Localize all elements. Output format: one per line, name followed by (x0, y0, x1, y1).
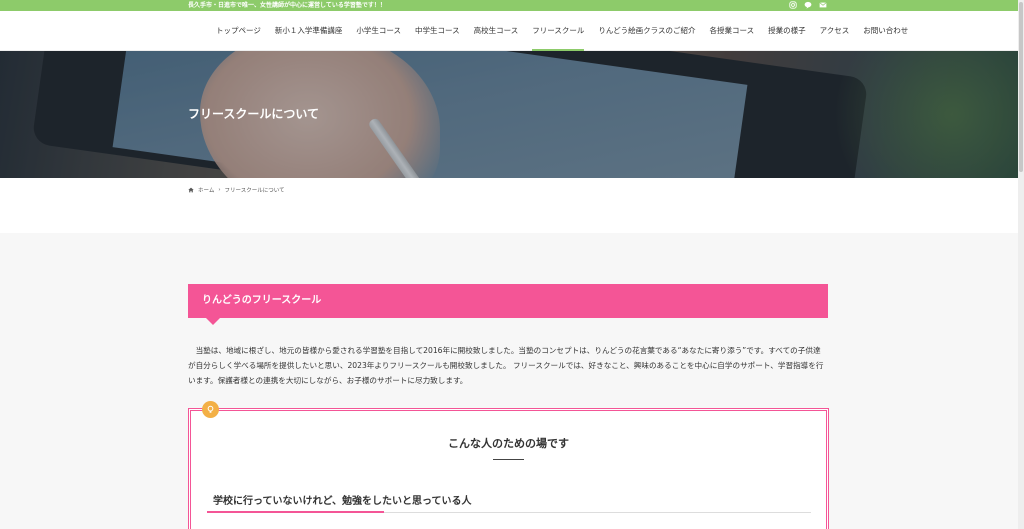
subheading-underline-accent (207, 511, 384, 513)
nav-item-art-class[interactable]: りんどう絵画クラスのご紹介 (591, 11, 702, 51)
breadcrumb-home-link[interactable]: ホーム (198, 186, 214, 194)
breadcrumb-bar: ホーム › フリースクールについて (0, 178, 1018, 233)
nav-item-access[interactable]: アクセス (813, 11, 857, 51)
mail-icon[interactable] (819, 1, 827, 9)
target-audience-box: こんな人のための場です 学校に行っていないけれど、勉強をしたいと思っている人 (188, 401, 829, 529)
site-tagline: 長久手市・日進市で唯一、女性講師が中心に運営している学習塾です！！ (188, 2, 386, 9)
breadcrumb-separator: › (218, 187, 221, 193)
section-heading: りんどうのフリースクール (202, 295, 322, 306)
line-icon[interactable] (804, 1, 812, 9)
lightbulb-icon (202, 401, 219, 418)
breadcrumb-current: フリースクールについて (224, 188, 285, 194)
nav-item-free-school[interactable]: フリースクール (525, 11, 591, 51)
instagram-icon[interactable] (789, 1, 797, 9)
hero-overlay (0, 51, 1018, 178)
nav-item-entrance-prep[interactable]: 新小１入学準備講座 (268, 11, 350, 51)
intro-paragraph: 当塾は、地域に根ざし、地元の皆様から愛される学習塾を目指して2016年に開校致し… (188, 346, 824, 385)
page-scrollbar[interactable] (1018, 0, 1024, 529)
box-title: こんな人のための場です (448, 437, 569, 450)
nav-item-high-school[interactable]: 高校生コース (467, 11, 526, 51)
social-icons (789, 1, 827, 9)
home-icon (188, 187, 194, 193)
box-subheading: 学校に行っていないけれど、勉強をしたいと思っている人 (213, 496, 472, 507)
nav-item-contact[interactable]: お問い合わせ (856, 11, 915, 51)
site-header: トップページ 新小１入学準備講座 小学生コース 中学生コース 高校生コース フリ… (0, 11, 1018, 51)
nav-item-top[interactable]: トップページ (209, 11, 268, 51)
nav-item-courses[interactable]: 各授業コース (702, 11, 761, 51)
heading-pointer (206, 318, 220, 325)
top-info-bar: 長久手市・日進市で唯一、女性講師が中心に運営している学習塾です！！ (0, 0, 1018, 11)
nav-item-class-scenes[interactable]: 授業の様子 (761, 11, 813, 51)
nav-item-elementary[interactable]: 小学生コース (349, 11, 408, 51)
title-divider (493, 459, 524, 460)
breadcrumb: ホーム › フリースクールについて (188, 186, 285, 194)
scrollbar-thumb[interactable] (1019, 2, 1023, 172)
section-heading-band: りんどうのフリースクール (188, 284, 828, 325)
main-nav: トップページ 新小１入学準備講座 小学生コース 中学生コース 高校生コース フリ… (209, 11, 915, 51)
hero-banner: フリースクールについて (0, 51, 1018, 178)
page-title: フリースクールについて (188, 107, 320, 121)
main-content: りんどうのフリースクール 当塾は、地域に根ざし、地元の皆様から愛される学習塾を目… (0, 233, 1018, 529)
nav-item-junior-high[interactable]: 中学生コース (408, 11, 467, 51)
